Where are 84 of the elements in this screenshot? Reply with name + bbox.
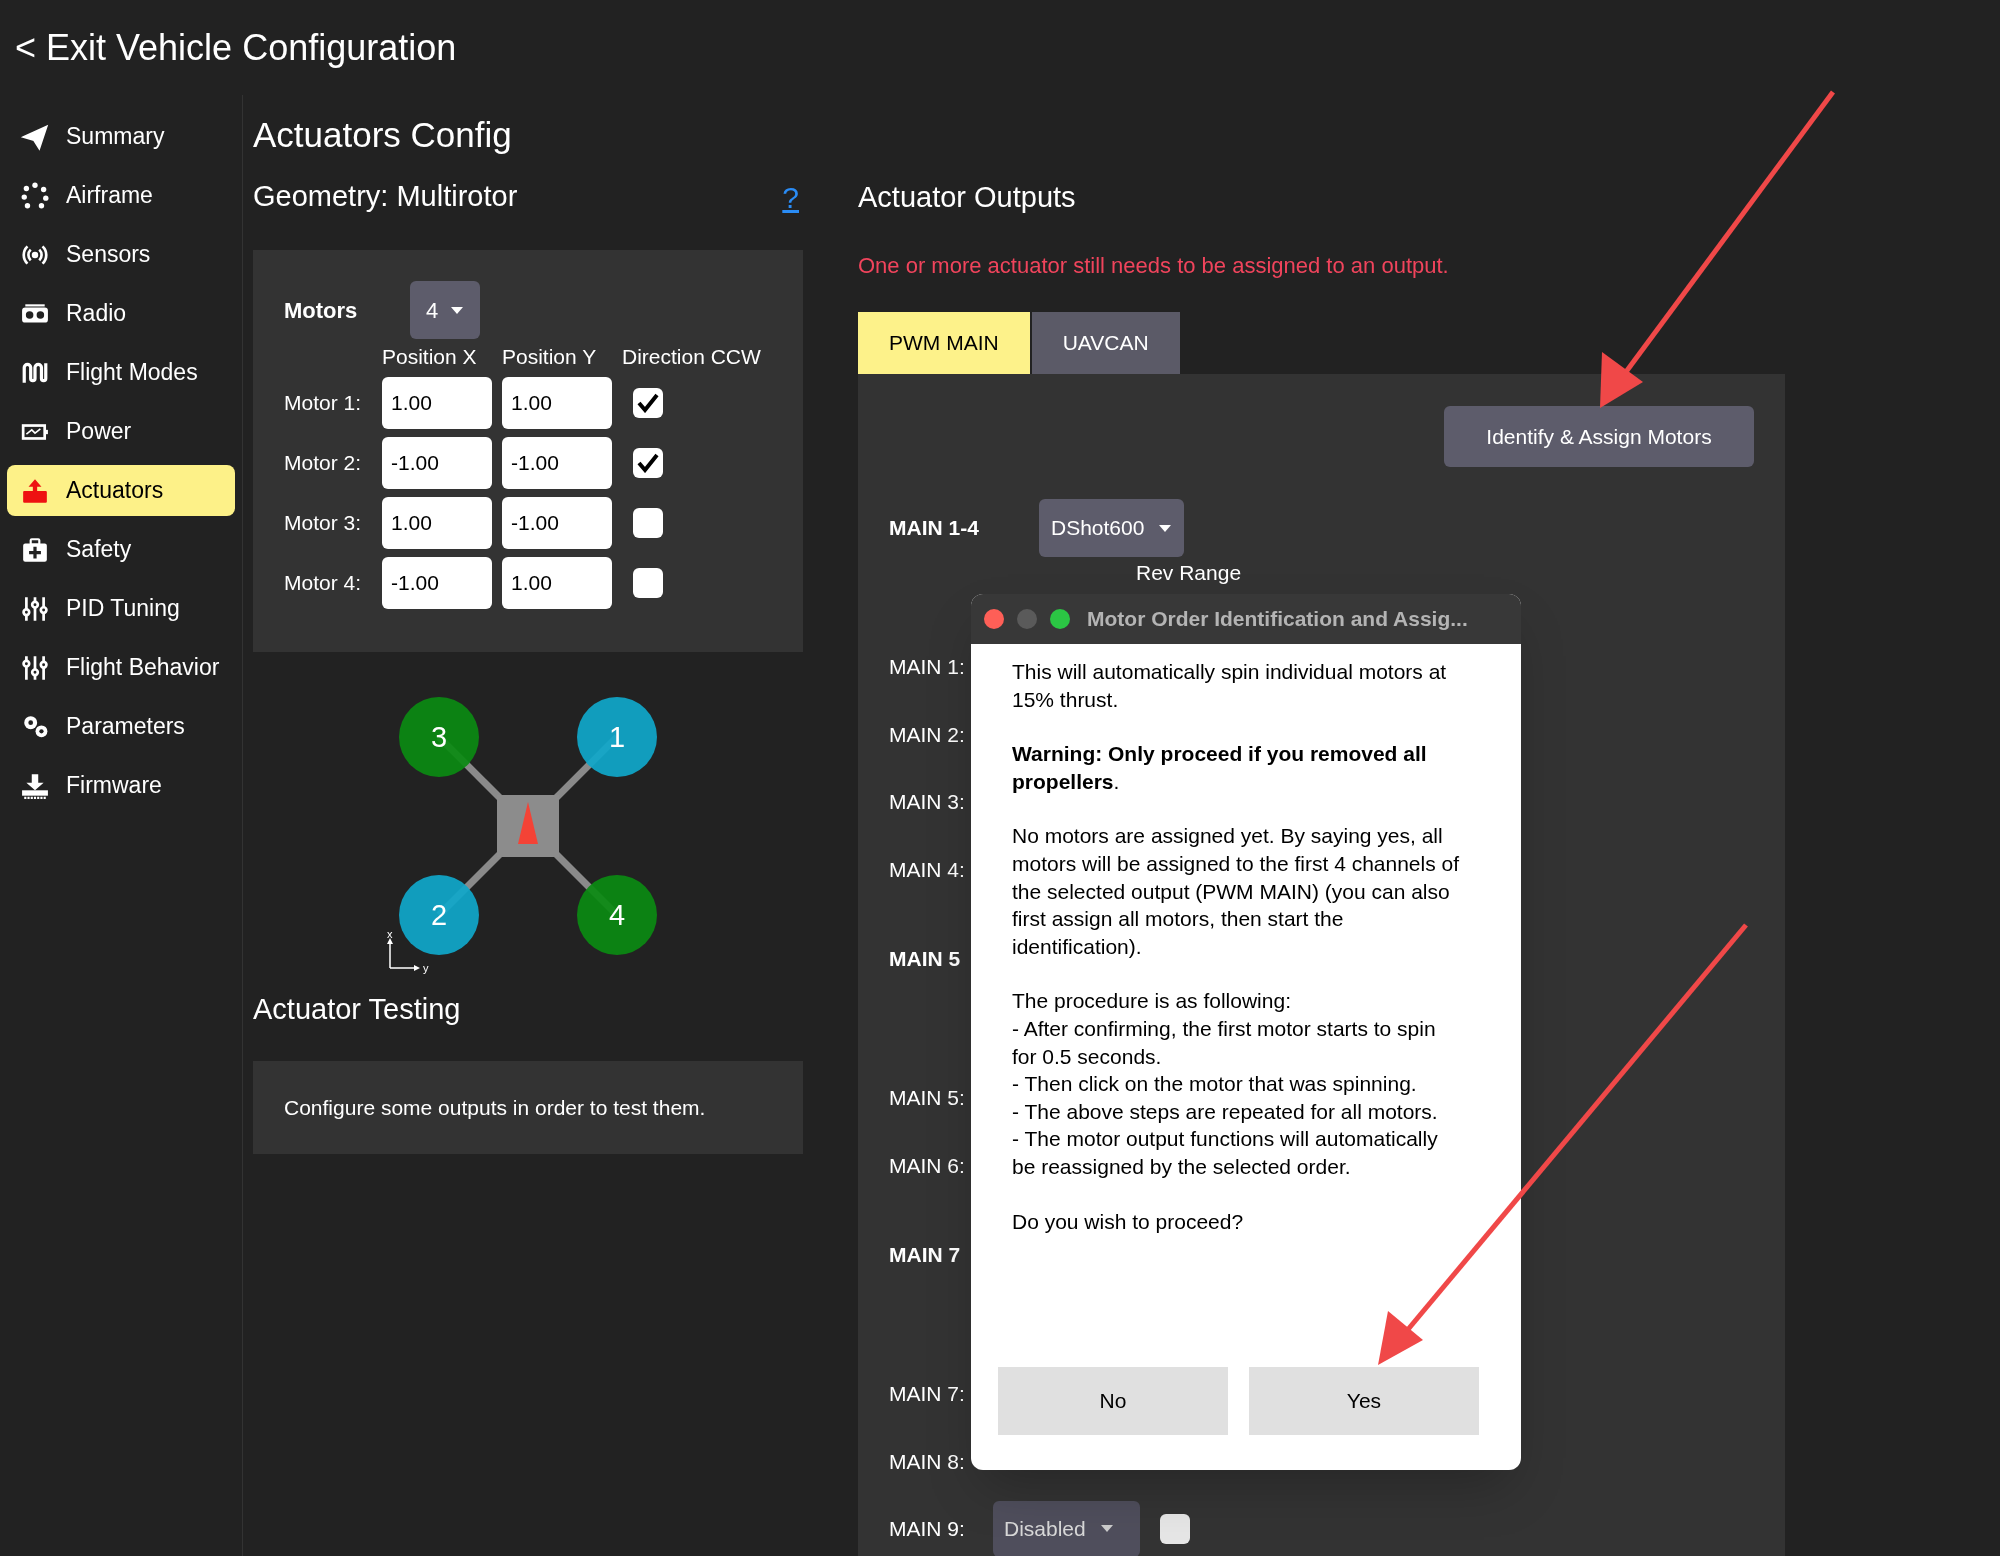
dialog-text: The procedure is as following:	[1012, 988, 1292, 1015]
motor-label: Motor 1:	[284, 390, 363, 417]
dialog-text: - The above steps are repeated for all motors.	[1012, 1098, 1439, 1125]
sidebar-icon	[20, 771, 50, 800]
dialog-title: Motor Order Identification and Assig...	[1087, 606, 1468, 633]
sidebar-item[interactable]: Power	[7, 406, 235, 457]
sidebar-item[interactable]: Sensors	[7, 229, 235, 280]
sidebar-icon	[20, 122, 50, 151]
identify-button[interactable]: Identify & Assign Motors	[1444, 406, 1754, 467]
channel-label: MAIN 6:	[889, 1152, 966, 1179]
checkbox[interactable]	[633, 388, 663, 418]
dialog-text: - The motor output functions will automatically be reassigned by the selected order.	[1012, 1126, 1439, 1180]
dialog-text: This will automatically spin individual motors at 15% thrust.	[1012, 659, 1448, 713]
sidebar-item[interactable]: Flight Modes	[7, 347, 235, 398]
column-header: Position Y	[502, 344, 598, 369]
position-field[interactable]: 1.00	[382, 377, 492, 429]
motor-count-dropdown[interactable]: 4	[410, 281, 480, 339]
caret-icon	[1158, 523, 1173, 533]
section-title: Geometry: Multirotor	[253, 179, 518, 215]
column-header: Position X	[382, 344, 478, 369]
tab[interactable]: UAVCAN	[1031, 312, 1180, 374]
position-field[interactable]: -1.00	[502, 497, 612, 549]
warning-text: One or more actuator still needs to be assigned to an output.	[858, 252, 1449, 280]
checkbox[interactable]	[633, 568, 663, 598]
sidebar-item[interactable]: Firmware	[7, 760, 235, 811]
channel-label: MAIN 7:	[889, 1381, 966, 1407]
position-field[interactable]: 1.00	[502, 557, 612, 609]
channel-label: MAIN 4:	[889, 856, 966, 883]
tab[interactable]: PWM MAIN	[858, 312, 1030, 374]
sidebar-item[interactable]: Summary	[7, 111, 235, 162]
caret-icon	[1099, 1524, 1114, 1534]
motor-label: Motor 3:	[284, 510, 363, 537]
sidebar-icon	[20, 653, 50, 682]
info-text: Configure some outputs in order to test them.	[284, 1094, 706, 1121]
protocol-dropdown[interactable]: DShot600	[1039, 499, 1185, 557]
dialog-text: Do you wish to proceed?	[1012, 1208, 1245, 1235]
channel-label: MAIN 1:	[889, 654, 966, 680]
sidebar-item[interactable]: Flight Behavior	[7, 642, 235, 693]
checkbox[interactable]	[633, 508, 663, 538]
dialog-text: Warning: Only proceed if you removed all propellers.	[1012, 741, 1428, 795]
position-field[interactable]: 1.00	[502, 377, 612, 429]
close-button[interactable]	[984, 609, 1004, 629]
checkbox[interactable]	[633, 448, 663, 478]
section-title: Actuator Testing	[253, 992, 461, 1027]
channel-label: MAIN 2:	[889, 721, 966, 748]
sidebar-item[interactable]: PID Tuning	[7, 583, 235, 634]
back-link[interactable]: < Exit Vehicle Configuration	[15, 20, 457, 75]
column-header: Rev Range	[1136, 560, 1242, 586]
dialog-button[interactable]: No	[998, 1367, 1228, 1435]
sidebar-icon	[20, 594, 50, 623]
group-label: MAIN 7	[889, 1242, 962, 1269]
channel-label: MAIN 9:	[889, 1516, 966, 1542]
sidebar-icon	[20, 181, 50, 210]
help-link[interactable]: ?	[782, 174, 799, 220]
dialog-button[interactable]: Yes	[1249, 1367, 1479, 1435]
channel-label: MAIN 5:	[889, 1085, 966, 1111]
section-title: Actuator Outputs	[858, 180, 1076, 215]
function-dropdown[interactable]: Disabled	[993, 1500, 1140, 1556]
position-field[interactable]: -1.00	[502, 437, 612, 489]
motor-rotor[interactable]: 3	[399, 697, 479, 777]
sidebar-item[interactable]: Radio	[7, 288, 235, 339]
channel-label: MAIN 8:	[889, 1448, 966, 1475]
sidebar-icon	[20, 535, 50, 564]
sidebar-item[interactable]: Airframe	[7, 170, 235, 221]
position-field[interactable]: -1.00	[382, 557, 492, 609]
dialog-text: - Then click on the motor that was spinning.	[1012, 1071, 1418, 1098]
caret-icon	[450, 305, 465, 315]
group-label: MAIN 1-4	[889, 515, 980, 542]
checkbox[interactable]	[1160, 1513, 1190, 1544]
sidebar-item[interactable]: Actuators	[7, 465, 235, 516]
dialog-text: No motors are assigned yet. By saying yes, all motors will be assigned to the first 4 channels of the selected output (PWM MAIN) (you can also first assign all motors, then start the identification).	[1012, 823, 1461, 960]
dialog-text: - After confirming, the first motor starts to spin for 0.5 seconds.	[1012, 1015, 1437, 1070]
page-title: Actuators Config	[253, 114, 512, 156]
sidebar-item[interactable]: Parameters	[7, 701, 235, 752]
motor-label: Motor 2:	[284, 450, 363, 477]
position-field[interactable]: 1.00	[382, 497, 492, 549]
position-field[interactable]: -1.00	[382, 437, 492, 489]
field-label: Motors	[284, 296, 359, 325]
motor-label: Motor 4:	[284, 570, 363, 597]
zoom-button[interactable]	[1050, 609, 1070, 629]
motor-rotor[interactable]: 4	[577, 875, 657, 955]
channel-label: MAIN 3:	[889, 789, 966, 815]
sidebar-item[interactable]: Safety	[7, 524, 235, 575]
column-header: Direction CCW	[622, 344, 762, 369]
